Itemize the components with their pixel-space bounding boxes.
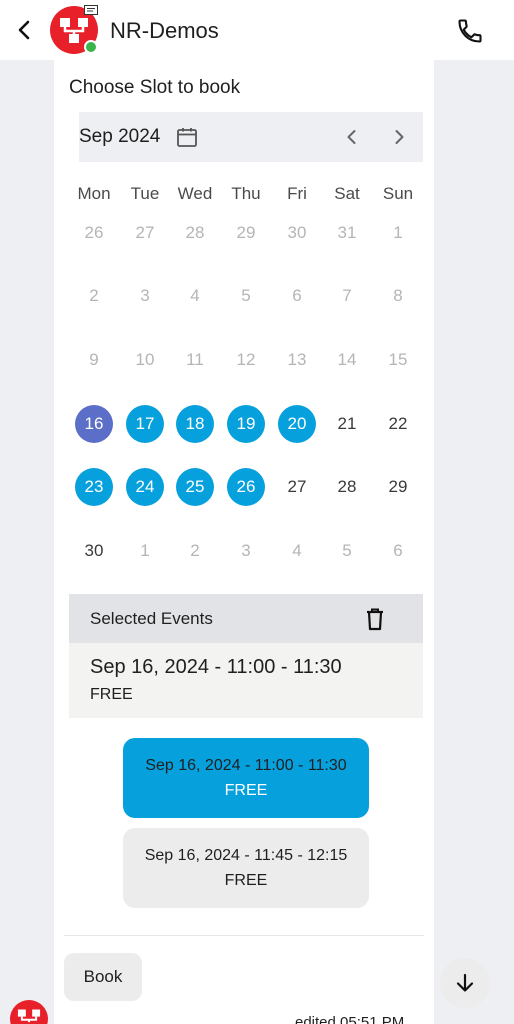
- calendar-day: 5: [342, 541, 352, 560]
- weekday-header: Sat: [334, 184, 360, 203]
- call-button[interactable]: [456, 17, 484, 45]
- calendar-day[interactable]: 27: [278, 468, 316, 506]
- phone-icon: [458, 19, 482, 43]
- calendar-day: 15: [388, 350, 408, 369]
- calendar-day: 3: [241, 541, 251, 560]
- org-chart-logo-icon: [17, 1009, 41, 1023]
- chat-title: NR-Demos: [110, 18, 219, 43]
- trash-icon: [367, 608, 383, 631]
- calendar-day: 12: [236, 350, 256, 369]
- weekday-header: Sun: [382, 184, 414, 203]
- chevron-left-icon: [18, 20, 30, 40]
- next-month-button[interactable]: [389, 127, 409, 147]
- calendar-day[interactable]: 25: [176, 468, 214, 506]
- online-status-dot: [84, 40, 98, 54]
- clear-selection-button[interactable]: [363, 606, 387, 632]
- month-label[interactable]: Sep 2024: [79, 126, 160, 148]
- calendar-day[interactable]: 20: [278, 405, 316, 443]
- calendar-day[interactable]: 29: [379, 468, 417, 506]
- calendar-day[interactable]: 23: [75, 468, 113, 506]
- chevron-right-icon: [395, 130, 404, 144]
- calendar-day: 8: [393, 286, 403, 305]
- calendar-day: 1: [140, 541, 150, 560]
- calendar-day[interactable]: 16: [75, 405, 113, 443]
- calendar-day: 10: [135, 350, 155, 369]
- selected-event-status: FREE: [90, 686, 133, 703]
- calendar-day[interactable]: 22: [379, 405, 417, 443]
- calendar-day: 26: [84, 223, 104, 242]
- calendar-day: 4: [190, 286, 200, 305]
- selected-event-item: Sep 16, 2024 - 11:00 - 11:30 FREE: [69, 643, 423, 718]
- calendar-day[interactable]: 30: [75, 532, 113, 570]
- calendar-day: 2: [89, 286, 99, 305]
- calendar-day: 5: [241, 286, 251, 305]
- divider: [64, 935, 424, 936]
- slot-status: FREE: [224, 782, 268, 799]
- chevron-left-icon: [347, 130, 356, 144]
- weekday-header: Fri: [287, 184, 307, 203]
- chat-badge-icon: [84, 5, 98, 15]
- calendar-day[interactable]: 17: [126, 405, 164, 443]
- calendar-day: 1: [393, 223, 403, 242]
- calendar-day[interactable]: 21: [328, 405, 366, 443]
- calendar-day: 6: [393, 541, 403, 560]
- calendar-icon: [177, 128, 197, 147]
- calendar-day: 13: [287, 350, 307, 369]
- previous-month-button[interactable]: [342, 127, 362, 147]
- calendar-day: 4: [292, 541, 302, 560]
- weekday-header: Wed: [177, 184, 213, 203]
- arrow-down-icon: [456, 973, 474, 992]
- selected-event-date: Sep 16, 2024 - 11:00 - 11:30: [90, 656, 342, 678]
- message-avatar[interactable]: [10, 1000, 48, 1024]
- calendar-day: 11: [186, 350, 204, 369]
- calendar-day[interactable]: 28: [328, 468, 366, 506]
- slot-date: Sep 16, 2024 - 11:45 - 12:15: [144, 847, 348, 864]
- calendar-day: 6: [292, 286, 302, 305]
- booking-card: Choose Slot to book Sep 2024 Mon Tue Wed Th…: [54, 60, 434, 1024]
- calendar-day: 3: [140, 286, 150, 305]
- calendar-day: 28: [185, 223, 205, 242]
- calendar-day[interactable]: 24: [126, 468, 164, 506]
- calendar-day[interactable]: 18: [176, 405, 214, 443]
- app-header: NR-Demos: [0, 0, 514, 60]
- calendar-day[interactable]: 19: [227, 405, 265, 443]
- slot-date: Sep 16, 2024 - 11:00 - 11:30: [145, 757, 347, 774]
- calendar-button[interactable]: [175, 125, 199, 149]
- selected-events-label: Selected Events: [90, 609, 213, 628]
- calendar-day: 29: [236, 223, 256, 242]
- time-slot-option[interactable]: Sep 16, 2024 - 11:45 - 12:15 FREE: [123, 828, 369, 908]
- weekday-header: Tue: [130, 184, 160, 203]
- calendar-day: 2: [190, 541, 200, 560]
- calendar-day: 7: [342, 286, 352, 305]
- weekday-header: Thu: [231, 184, 261, 203]
- edited-timestamp: edited 05:51 PM: [295, 1014, 405, 1024]
- calendar-day: 27: [135, 223, 155, 242]
- booking-title: Choose Slot to book: [69, 77, 241, 98]
- calendar-day: 9: [89, 350, 99, 369]
- calendar-day[interactable]: 26: [227, 468, 265, 506]
- slot-status: FREE: [224, 872, 268, 889]
- back-button[interactable]: [14, 18, 36, 42]
- month-navigator: Sep 2024: [79, 112, 423, 162]
- calendar-day: 14: [337, 350, 357, 369]
- calendar-day: 31: [337, 223, 357, 242]
- time-slot-option[interactable]: Sep 16, 2024 - 11:00 - 11:30 FREE: [123, 738, 369, 818]
- selected-events-header: Selected Events: [69, 594, 423, 643]
- book-button[interactable]: Book: [64, 953, 142, 1001]
- calendar-day: 30: [287, 223, 307, 242]
- scroll-to-bottom-button[interactable]: [440, 958, 490, 1008]
- weekday-header: Mon: [77, 184, 111, 203]
